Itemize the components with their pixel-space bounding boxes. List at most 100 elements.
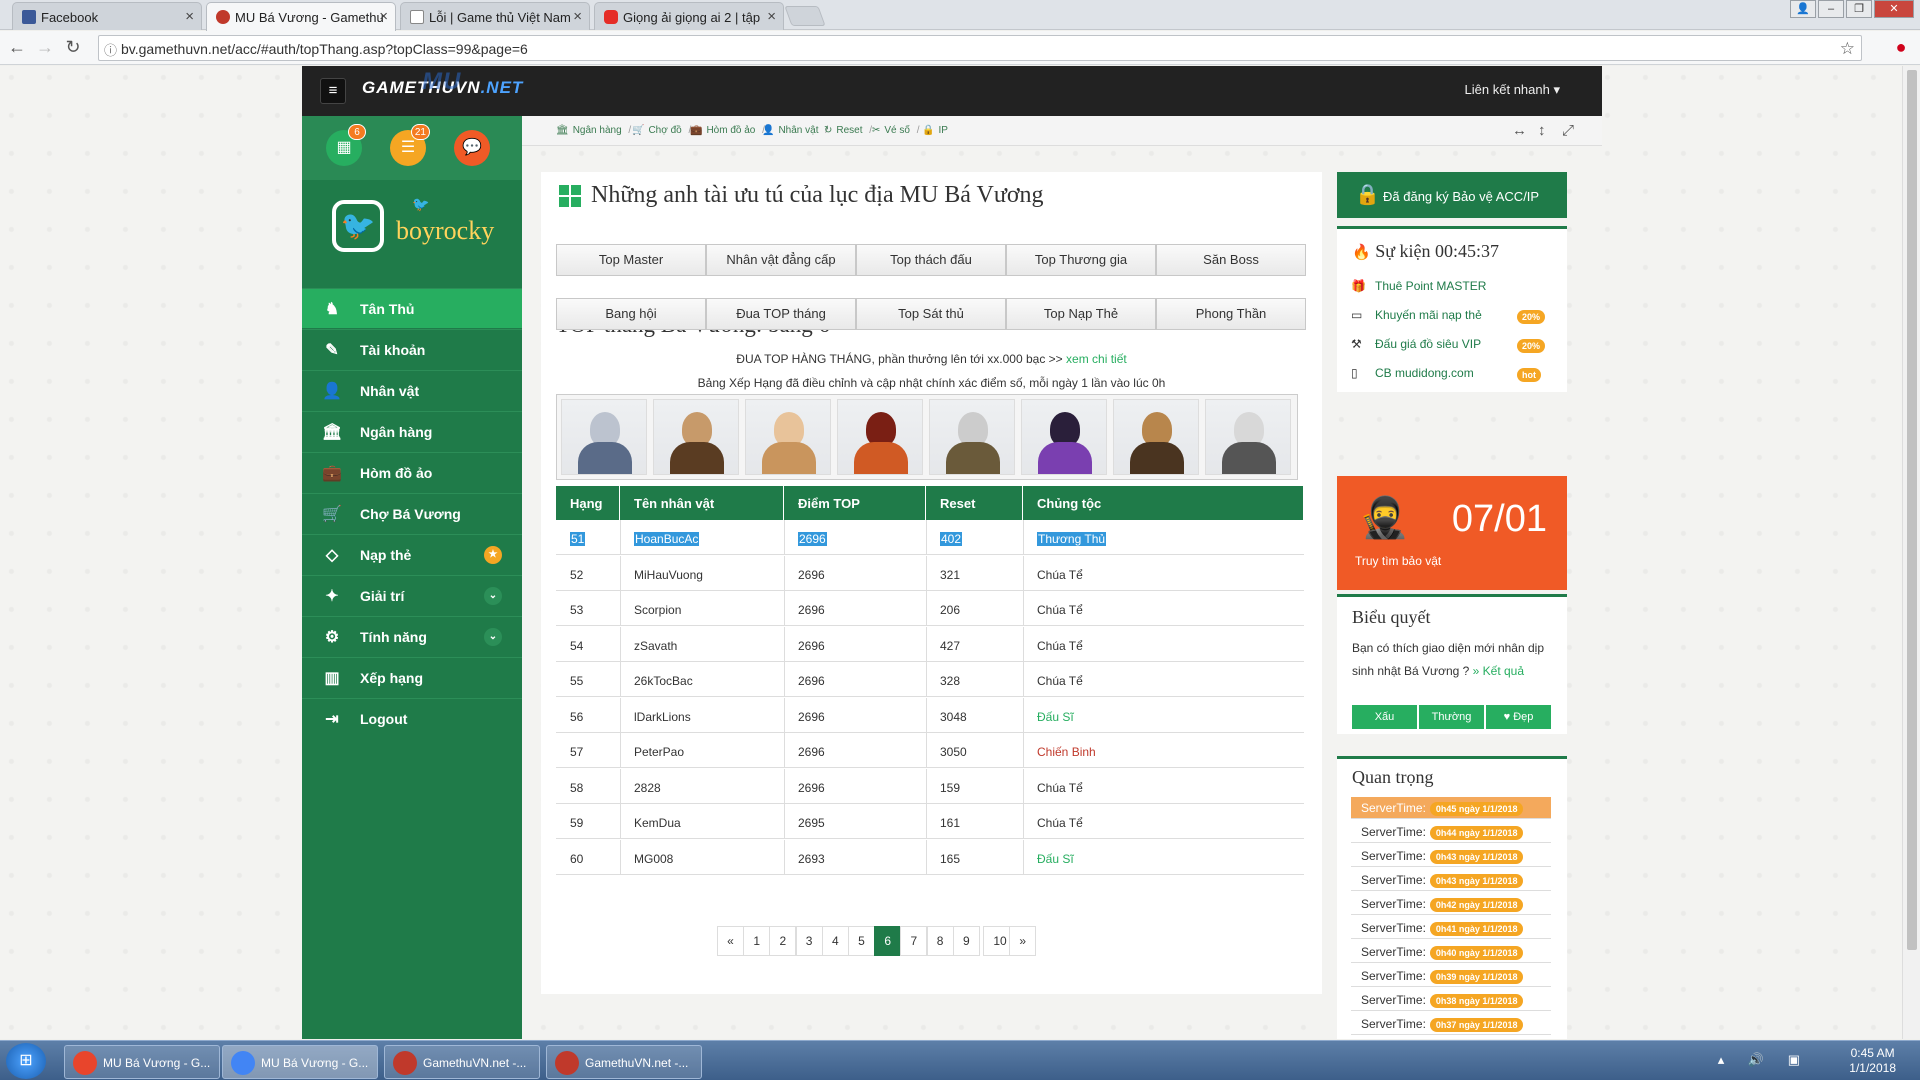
close-icon[interactable]: ×	[573, 8, 582, 25]
page-button-8[interactable]: 8	[926, 926, 954, 956]
url-input[interactable]: ⓘ bv.gamethuvn.net/acc/#auth/topThang.as…	[98, 35, 1862, 61]
character-portrait[interactable]	[1021, 399, 1107, 475]
reload-icon[interactable]: ↻	[62, 37, 84, 58]
clock[interactable]: 0:45 AM 1/1/2018	[1849, 1046, 1896, 1076]
cell-text[interactable]: zSavath	[634, 639, 677, 653]
page-button-4[interactable]: 4	[821, 926, 849, 956]
breadcrumb-item[interactable]: ✂ Vé số /	[872, 125, 920, 136]
quick-links-dropdown[interactable]: Liên kết nhanh ▾	[1465, 82, 1560, 98]
event-item-thue-point[interactable]: 🎁 Thuê Point MASTER	[1351, 279, 1486, 293]
sidebar-item-tinh-nang[interactable]: ⚙ Tính năng ⌄	[302, 616, 522, 656]
event-item-mudidong[interactable]: ▯ CB mudidong.com	[1351, 366, 1474, 380]
breadcrumb-item[interactable]: 👤 Nhân vật /	[762, 125, 828, 136]
tab-mu-ba-vuong[interactable]: MU Bá Vương - Gamethu ×	[206, 2, 396, 31]
breadcrumb-item[interactable]: 🔒 IP	[922, 125, 948, 136]
tab-facebook[interactable]: Facebook ×	[12, 2, 202, 30]
sidebar-item-giai-tri[interactable]: ✦ Giải trí ⌄	[302, 575, 522, 615]
page-button-6[interactable]: 6	[874, 926, 902, 956]
fullscreen-icon[interactable]: ⤢	[1562, 122, 1574, 139]
tab-loi-game-thu[interactable]: Lỗi | Game thủ Việt Nam ×	[400, 2, 590, 30]
taskbar-item[interactable]: GamethuVN.net -...	[546, 1045, 702, 1079]
cell-text[interactable]: 26kTocBac	[634, 674, 693, 688]
column-header[interactable]: Điểm TOP	[784, 486, 926, 520]
back-arrow-icon[interactable]: ←	[6, 37, 28, 58]
start-button[interactable]: ⊞	[6, 1043, 46, 1079]
character-portrait[interactable]	[837, 399, 923, 475]
vote-option-button[interactable]: ♥ Đẹp	[1486, 705, 1552, 729]
page-button-5[interactable]: 5	[848, 926, 875, 956]
details-link[interactable]: xem chi tiết	[1066, 352, 1127, 366]
new-tab-button[interactable]	[784, 6, 826, 26]
close-icon[interactable]: ×	[379, 8, 388, 25]
minimize-button[interactable]: –	[1818, 0, 1844, 18]
restore-button[interactable]: ❐	[1846, 0, 1872, 18]
register-protect-button[interactable]: 🔒 Đã đăng ký Bảo vệ ACC/IP	[1337, 172, 1567, 218]
character-portrait[interactable]	[1113, 399, 1199, 475]
scrollbar-thumb[interactable]	[1907, 70, 1917, 950]
taskbar-item[interactable]: GamethuVN.net -...	[384, 1045, 540, 1079]
tab-đua-top-tháng[interactable]: Đua TOP tháng	[706, 298, 856, 330]
page-scrollbar[interactable]	[1902, 66, 1920, 1039]
list-button[interactable]: ☰ 21	[390, 124, 430, 166]
cell-text[interactable]: Scorpion	[634, 603, 681, 617]
page-button-7[interactable]: 7	[900, 926, 928, 956]
column-header[interactable]: Chủng tộc	[1023, 486, 1304, 520]
breadcrumb-item[interactable]: 🛒 Chợ đồ /	[632, 125, 691, 136]
sidebar-item-logout[interactable]: ⇥ Logout	[302, 698, 522, 738]
hamburger-menu-button[interactable]: ≡	[320, 78, 346, 104]
close-icon[interactable]: ×	[767, 8, 776, 25]
profile-icon[interactable]: 👤	[1790, 0, 1816, 18]
table-row[interactable]: 57 PeterPao 2696 3050 Chiến Binh	[556, 733, 1304, 768]
system-tray[interactable]: ▴ 🔊 ▣	[1718, 1052, 1810, 1068]
character-portrait[interactable]	[1205, 399, 1291, 475]
sidebar-item-hom-do-ao[interactable]: 💼 Hòm đồ ảo	[302, 452, 522, 492]
table-row[interactable]: 54 zSavath 2696 427 Chúa Tể	[556, 626, 1304, 662]
forward-arrow-icon[interactable]: →	[34, 37, 56, 58]
page-button-prev[interactable]: «	[717, 926, 744, 956]
calendar-button[interactable]: ▦ 6	[326, 124, 366, 166]
tab-nhân-vật-đẳng-cấp[interactable]: Nhân vật đẳng cấp	[706, 244, 856, 276]
column-header[interactable]: Reset	[926, 486, 1023, 520]
vote-option-button[interactable]: Thường	[1419, 705, 1485, 729]
tab-phong-thần[interactable]: Phong Thần	[1156, 298, 1306, 330]
sidebar-item-ngan-hang[interactable]: 🏛 Ngân hàng	[302, 411, 522, 451]
expand-height-icon[interactable]: ↕	[1538, 122, 1546, 139]
breadcrumb-item[interactable]: 🏛 Ngân hàng /	[556, 125, 631, 136]
cell-text[interactable]: KemDua	[634, 816, 681, 830]
chat-button[interactable]: 💬	[454, 130, 490, 166]
cell-text[interactable]: 2828	[634, 781, 661, 795]
column-header[interactable]: Tên nhân vật	[620, 486, 784, 520]
page-button-3[interactable]: 3	[795, 926, 823, 956]
tab-top-nạp-thẻ[interactable]: Top Nạp Thẻ	[1006, 298, 1156, 330]
page-button-1[interactable]: 1	[743, 926, 771, 956]
character-portrait[interactable]	[929, 399, 1015, 475]
tab-top-sát-thủ[interactable]: Top Sát thủ	[856, 298, 1006, 330]
poll-results-link[interactable]: » Kết quả	[1473, 664, 1524, 678]
taskbar-item[interactable]: MU Bá Vương - G...	[64, 1045, 220, 1079]
close-icon[interactable]: ×	[185, 8, 194, 25]
table-row[interactable]: 59 KemDua 2695 161 Chúa Tể	[556, 804, 1304, 839]
tab-bang-hội[interactable]: Bang hội	[556, 298, 706, 330]
table-row[interactable]: 55 26kTocBac 2696 328 Chúa Tể	[556, 662, 1304, 697]
bookmark-star-icon[interactable]: ☆	[1840, 39, 1855, 59]
expand-width-icon[interactable]: ↔	[1512, 122, 1527, 139]
cell-text[interactable]: HoanBucAc	[634, 532, 700, 546]
table-row[interactable]: 58 2828 2696 159 Chúa Tể	[556, 768, 1304, 804]
character-portrait[interactable]	[653, 399, 739, 475]
sidebar-item-tai-khoan[interactable]: ✎ Tài khoản	[302, 329, 522, 369]
column-header[interactable]: Hạng	[556, 486, 620, 520]
site-logo[interactable]: MU GAMETHUVN.NET	[362, 68, 523, 98]
cell-text[interactable]: PeterPao	[634, 745, 684, 759]
cell-text[interactable]: MG008	[634, 852, 673, 866]
page-button-2[interactable]: 2	[769, 926, 797, 956]
character-portrait[interactable]	[561, 399, 647, 475]
tab-top-master[interactable]: Top Master	[556, 244, 706, 276]
character-portrait[interactable]	[745, 399, 831, 475]
event-item-khuyen-mai[interactable]: ▭ Khuyến mãi nạp thẻ	[1351, 308, 1482, 322]
sidebar-item-xep-hang[interactable]: ▥ Xếp hạng	[302, 657, 522, 697]
sidebar-item-tan-thu[interactable]: ♞ Tân Thủ	[302, 288, 522, 328]
tab-youtube[interactable]: Giọng ải giọng ai 2 | tập ×	[594, 2, 784, 30]
treasure-hunt-banner[interactable]: 🥷 07/01 Truy tìm bảo vật	[1337, 476, 1567, 590]
cell-text[interactable]: MiHauVuong	[634, 568, 703, 582]
table-row[interactable]: 60 MG008 2693 165 Đấu Sĩ	[556, 839, 1304, 875]
